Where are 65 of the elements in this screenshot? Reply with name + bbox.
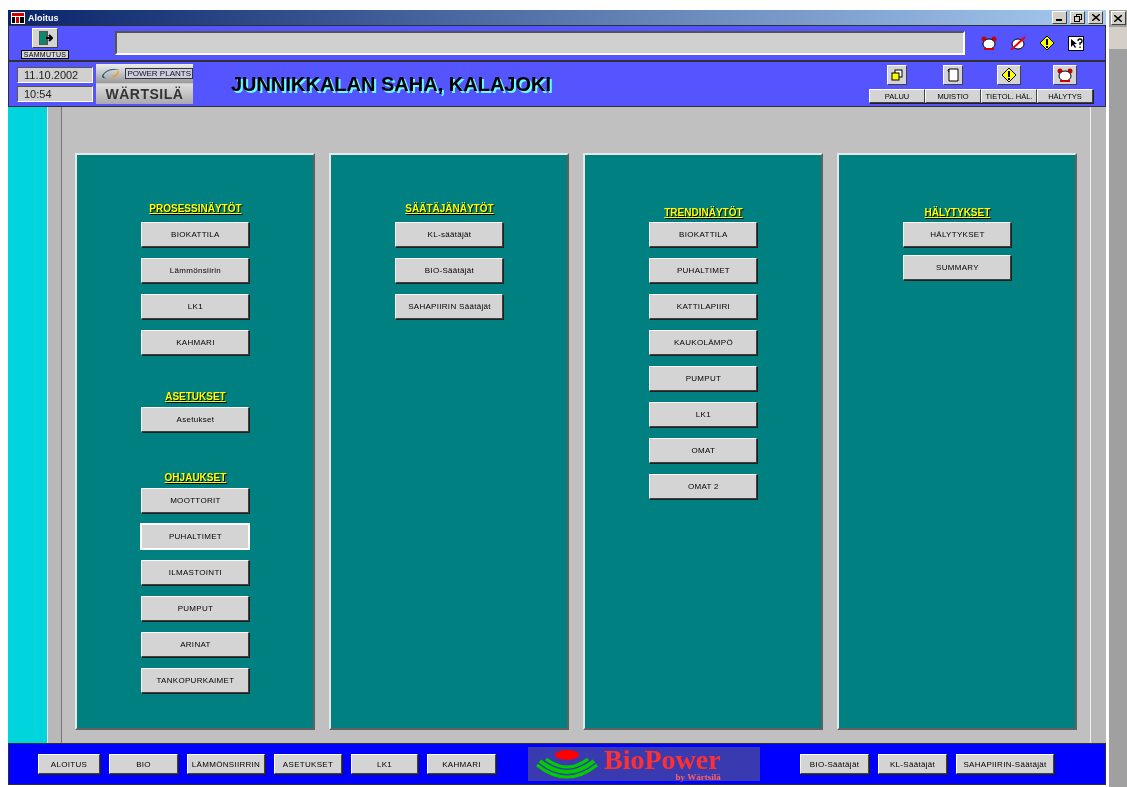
minimize-icon[interactable] <box>1052 11 1067 24</box>
menu-button[interactable]: KAHMARI <box>141 330 250 355</box>
menu-button[interactable]: BIOKATTILA <box>649 222 758 247</box>
menu-button[interactable]: PUMPUT <box>649 366 758 391</box>
menu-button[interactable]: Lämmönsiirin <box>141 258 250 283</box>
menu-button[interactable]: OMAT <box>649 438 758 463</box>
nav-button[interactable]: SAHAPIIRIN-Säätäjät <box>956 754 1054 774</box>
menu-button[interactable]: TANKOPURKAIMET <box>141 668 250 693</box>
menu-button[interactable]: PUHALTIMET <box>649 258 758 283</box>
note-icon <box>947 68 959 82</box>
exit-door-icon <box>37 29 53 46</box>
nav-button[interactable]: KL-Säätäjät <box>878 754 947 774</box>
alarm-off-icon <box>1010 36 1026 50</box>
menu-button[interactable]: BIO-Säätäjät <box>395 258 504 283</box>
wartsila-logo: POWER PLANTS WÄRTSILÄ <box>96 64 193 104</box>
close-icon[interactable] <box>1110 11 1126 25</box>
toolbar-button[interactable] <box>997 65 1021 85</box>
menu-button[interactable]: KAUKOLÄMPÖ <box>649 330 758 355</box>
toolbar-button[interactable] <box>887 65 907 85</box>
alarm-clock-icon <box>1057 68 1073 82</box>
menu-button[interactable]: SUMMARY <box>903 255 1012 280</box>
menu-button[interactable]: LK1 <box>649 402 758 427</box>
help-icon <box>1068 35 1084 51</box>
menu-button[interactable]: KATTILAPIIRI <box>649 294 758 319</box>
close-icon[interactable] <box>1088 11 1103 24</box>
nav-button[interactable]: BIO <box>109 754 178 774</box>
nav-button[interactable]: BIO-Säätäjät <box>800 754 869 774</box>
nav-button[interactable]: LÄMMÖNSIIRRIN <box>187 754 265 774</box>
section-heading: HÄLYTYKSET <box>924 207 991 218</box>
nav-button[interactable]: KAHMARI <box>427 754 496 774</box>
nav-button[interactable]: LK1 <box>351 754 418 774</box>
time-field: 10:54 <box>17 85 93 102</box>
menu-button[interactable]: PUHALTIMET <box>141 524 250 549</box>
toolbar-button[interactable] <box>943 65 963 85</box>
menu-button[interactable]: ARINAT <box>141 632 250 657</box>
section-heading: SÄÄTÄJÄNÄYTÖT <box>405 203 494 214</box>
plant-title: JUNNIKKALAN SAHA, KALAJOKI <box>231 72 552 96</box>
nav-button[interactable]: ALOITUS <box>38 754 100 774</box>
app-icon <box>11 11 25 24</box>
menu-button[interactable]: HÄLYTYKSET <box>903 222 1012 247</box>
section-heading: TRENDINÄYTÖT <box>664 207 743 218</box>
toolbar-button[interactable] <box>1053 65 1077 85</box>
menu-button[interactable]: OMAT 2 <box>649 474 758 499</box>
menu-button[interactable]: ILMASTOINTI <box>141 560 250 585</box>
nav-button[interactable]: ASETUKSET <box>274 754 342 774</box>
section-heading: ASETUKSET <box>165 391 226 402</box>
section-heading: OHJAUKSET <box>164 472 227 483</box>
section-heading: PROSESSINÄYTÖT <box>149 203 242 214</box>
menu-button[interactable]: KL-säätäjät <box>395 222 504 247</box>
menu-button[interactable]: BIOKATTILA <box>141 222 250 247</box>
menu-button[interactable]: Asetukset <box>141 407 250 432</box>
windows-icon <box>891 69 903 81</box>
menu-button[interactable]: PUMPUT <box>141 596 250 621</box>
window-title: Aloitus <box>28 12 60 23</box>
date-field: 11.10.2002 <box>17 66 93 83</box>
exit-button[interactable] <box>32 27 58 48</box>
menu-button[interactable]: SAHAPIIRIN Säätäjät <box>395 294 504 319</box>
menu-button[interactable]: LK1 <box>141 294 250 319</box>
biopower-logo: BioPower by Wärtsilä <box>528 747 760 781</box>
warning-icon <box>1039 35 1055 51</box>
menu-button[interactable]: MOOTTORIT <box>141 488 250 513</box>
scrollbar <box>1109 27 1127 49</box>
alarm-clock-icon <box>981 36 997 50</box>
restore-icon[interactable] <box>1070 11 1085 24</box>
warning-icon <box>1001 67 1017 83</box>
